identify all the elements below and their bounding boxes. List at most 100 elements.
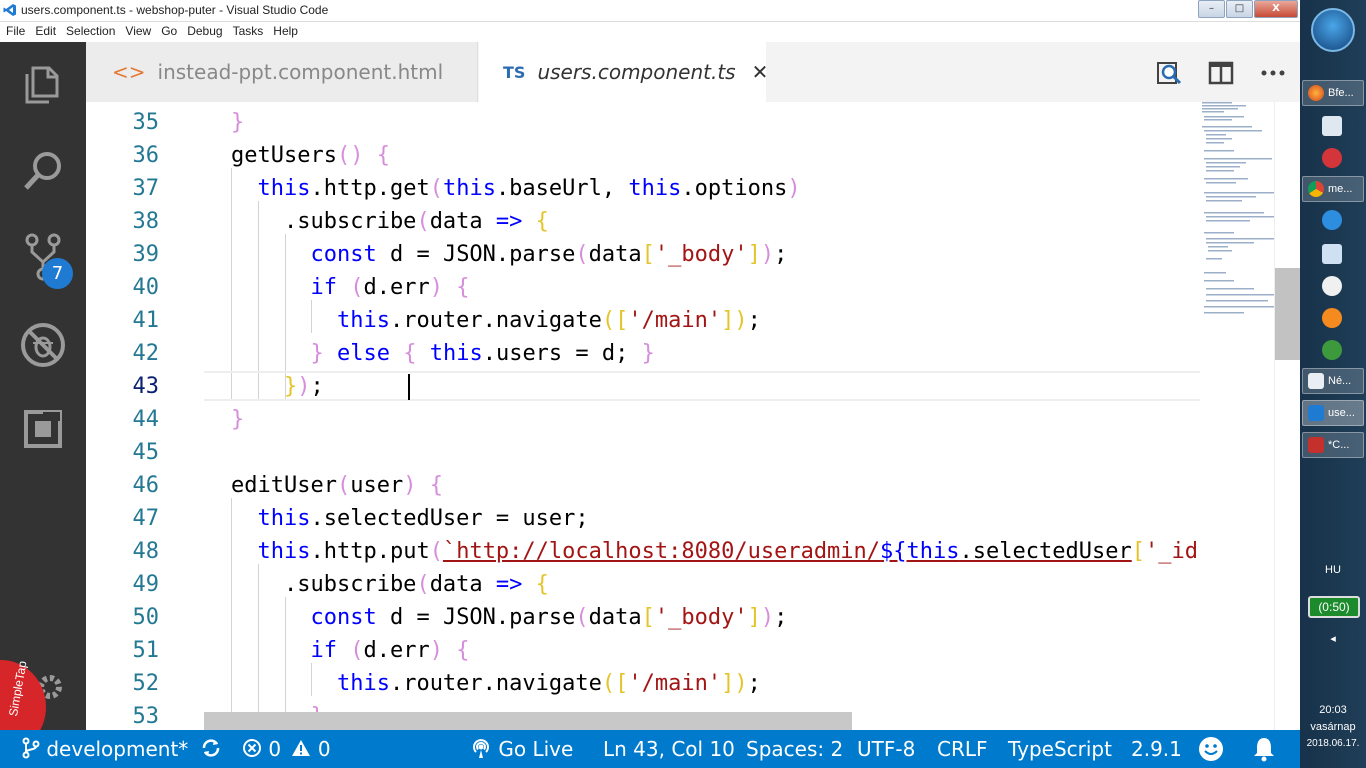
code-line: 43 }); — [132, 374, 324, 399]
app-orange-icon[interactable] — [1322, 308, 1342, 328]
extensions-icon — [24, 410, 62, 448]
tab-instead-ppt[interactable]: <> instead-ppt.component.html — [86, 42, 478, 102]
activity-bar: 7 SimpleTap — [0, 42, 86, 754]
menu-view[interactable]: View — [119, 22, 155, 42]
notifications-button[interactable] — [1252, 736, 1276, 767]
menu-tasks[interactable]: Tasks — [227, 22, 268, 42]
debug-button[interactable] — [0, 310, 86, 380]
editor-tab-bar: <> instead-ppt.component.html TS users.c… — [86, 42, 1300, 102]
search-icon — [24, 152, 61, 190]
battery-indicator[interactable]: (0:50) — [1308, 596, 1360, 618]
internet-explorer-icon[interactable] — [1322, 210, 1342, 230]
branch-status[interactable]: development* — [22, 737, 188, 761]
branch-name: development* — [46, 737, 189, 761]
taskbar-chrome[interactable]: me... — [1302, 176, 1364, 202]
feedback-button[interactable] — [1198, 736, 1224, 767]
code-line: 45 — [132, 440, 160, 465]
menu-edit[interactable]: Edit — [29, 22, 60, 42]
solitaire-icon[interactable] — [1322, 148, 1342, 168]
more-actions-icon[interactable] — [1260, 60, 1286, 86]
go-live-label: Go Live — [498, 737, 574, 761]
code-line: 38 .subscribe(data => { — [132, 209, 549, 234]
broadcast-icon — [473, 739, 489, 758]
clock-day: vasárnap — [1310, 721, 1356, 733]
close-window-button[interactable]: X — [1254, 0, 1298, 18]
code-line: 50 const d = JSON.parse(data['_body']); — [132, 605, 788, 630]
menu-help[interactable]: Help — [267, 22, 302, 42]
go-live-button[interactable]: Go Live — [470, 737, 573, 761]
vscode-taskbar-icon — [1308, 405, 1324, 421]
code-editor[interactable]: 35} 36 getUsers() { 37 this.http.get(this… — [86, 102, 1200, 730]
simpletap-label: SimpleTap — [6, 659, 30, 718]
taskbar-explorer[interactable]: Né... — [1302, 368, 1364, 394]
extensions-button[interactable] — [0, 394, 86, 464]
input-language[interactable]: HU — [1300, 564, 1366, 576]
menu-go[interactable]: Go — [155, 22, 181, 42]
vertical-scrollbar-thumb[interactable] — [1275, 268, 1301, 360]
tab-users-component[interactable]: TS users.component.ts ✕ — [479, 42, 769, 102]
minimap-preview — [1202, 102, 1276, 314]
files-icon — [25, 66, 59, 104]
folder-window-icon — [1308, 373, 1324, 389]
cursor-position[interactable]: Ln 43, Col 10 — [603, 737, 735, 761]
vertical-scrollbar[interactable] — [1274, 102, 1301, 730]
window-titlebar: users.component.ts - webshop-puter - Vis… — [0, 0, 1300, 22]
notepad-icon[interactable] — [1322, 244, 1342, 264]
code-line: 44} — [132, 407, 245, 432]
indentation-status[interactable]: Spaces: 2 — [746, 737, 843, 761]
code-line: 42 } else { this.users = d; } — [132, 341, 655, 366]
eol-status[interactable]: CRLF — [937, 737, 988, 761]
start-button[interactable] — [1311, 8, 1355, 52]
minimap[interactable] — [1200, 102, 1276, 730]
smiley-icon — [1199, 737, 1223, 761]
sync-icon — [202, 739, 220, 757]
calculator-icon[interactable] — [1322, 116, 1342, 136]
menu-selection[interactable]: Selection — [60, 22, 119, 42]
code-line: 40 if (d.err) { — [132, 275, 470, 300]
menu-file[interactable]: File — [0, 22, 29, 42]
code-line: 41 this.router.navigate(['/main']); — [132, 308, 761, 333]
problems-status[interactable]: 0 0 — [242, 737, 331, 761]
maximize-button[interactable]: □ — [1226, 0, 1253, 18]
typescript-version[interactable]: 2.9.1 — [1131, 737, 1182, 761]
menu-debug[interactable]: Debug — [181, 22, 226, 42]
code-line: 48 this.http.put(`http://localhost:8080/… — [132, 539, 1198, 564]
scm-badge: 7 — [42, 258, 73, 289]
error-count: 0 — [268, 737, 282, 761]
encoding-status[interactable]: UTF-8 — [857, 737, 915, 761]
tab-label: users.component.ts — [537, 60, 736, 84]
taskbar-firefox[interactable]: Bfe... — [1302, 80, 1364, 106]
source-control-button[interactable] — [0, 222, 86, 292]
firefox-icon — [1308, 85, 1324, 101]
app-red-icon — [1308, 437, 1324, 453]
status-bar: development* 0 0 Go Live Ln 43, Col 10 S… — [0, 730, 1300, 768]
clock-time[interactable]: 20:03 — [1300, 704, 1366, 716]
tray-expand-icon[interactable]: ◂ — [1300, 632, 1366, 645]
close-tab-button[interactable]: ✕ — [752, 60, 769, 84]
warning-count: 0 — [317, 737, 331, 761]
text-cursor — [408, 374, 410, 400]
taskbar-app[interactable]: *C... — [1302, 432, 1364, 458]
chrome-icon — [1308, 181, 1324, 197]
code-line: 47 this.selectedUser = user; — [132, 506, 589, 531]
code-line: 49 .subscribe(data => { — [132, 572, 549, 597]
taskbar-vscode[interactable]: use... — [1302, 400, 1364, 426]
code-line: 52 this.router.navigate(['/main']); — [132, 671, 761, 696]
minimize-button[interactable]: – — [1198, 0, 1225, 18]
code-line: 37 this.http.get(this.baseUrl, this.opti… — [132, 176, 801, 201]
code-line: 51 if (d.err) { — [132, 638, 470, 663]
code-line: 35} — [132, 110, 245, 135]
code-line: 39 const d = JSON.parse(data['_body']); — [132, 242, 788, 267]
code-line: 36 getUsers() { — [132, 143, 390, 168]
open-changes-icon[interactable] — [1156, 60, 1182, 86]
language-mode[interactable]: TypeScript — [1008, 737, 1112, 761]
vscode-icon — [3, 4, 16, 16]
explorer-button[interactable] — [0, 50, 86, 120]
typescript-file-icon: TS — [503, 62, 526, 82]
itunes-icon[interactable] — [1322, 276, 1342, 296]
app-green-icon[interactable] — [1322, 340, 1342, 360]
horizontal-scrollbar[interactable] — [204, 712, 852, 730]
split-editor-icon[interactable] — [1208, 60, 1234, 86]
sync-button[interactable] — [200, 737, 222, 761]
search-button[interactable] — [0, 136, 86, 206]
